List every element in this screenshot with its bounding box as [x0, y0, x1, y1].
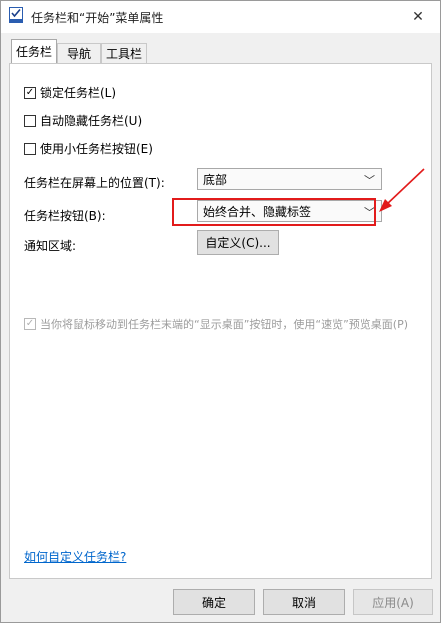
- customize-label: 自定义(C)...: [205, 236, 271, 250]
- tab-label: 任务栏: [15, 45, 52, 59]
- help-link[interactable]: 如何自定义任务栏?: [24, 548, 126, 565]
- taskbar-tab-panel: ✓ 锁定任务栏(L) 自动隐藏任务栏(U) 使用小任务栏按钮(E) 任务栏在屏幕…: [9, 63, 432, 579]
- close-button[interactable]: ✕: [396, 1, 440, 33]
- position-select[interactable]: 底部 ﹀: [197, 168, 382, 190]
- lock-taskbar-option[interactable]: ✓ 锁定任务栏(L): [24, 84, 116, 101]
- lock-taskbar-label: 锁定任务栏(L): [40, 86, 117, 100]
- tab-toolbars[interactable]: 工具栏: [101, 43, 147, 63]
- taskbar-properties-dialog: 任务栏和“开始”菜单属性 ✕ 任务栏 导航 工具栏 ✓ 锁定任务栏(L) 自动隐…: [0, 0, 441, 623]
- taskbar-properties-icon: [9, 7, 23, 23]
- peek-label: 当你将鼠标移动到任务栏末端的“显示桌面”按钮时，使用“速览”预览桌面(P): [40, 318, 409, 331]
- small-buttons-checkbox[interactable]: [24, 142, 36, 155]
- chevron-down-icon: ﹀: [364, 174, 375, 187]
- buttons-label-row: 任务栏按钮(B):: [24, 207, 106, 224]
- apply-label: 应用(A): [372, 595, 414, 610]
- cancel-label: 取消: [291, 595, 316, 610]
- small-buttons-option[interactable]: 使用小任务栏按钮(E): [24, 140, 153, 157]
- position-value: 底部: [203, 172, 228, 187]
- ok-button[interactable]: 确定: [173, 589, 255, 615]
- autohide-taskbar-label: 自动隐藏任务栏(U): [40, 114, 143, 128]
- autohide-taskbar-option[interactable]: 自动隐藏任务栏(U): [24, 112, 142, 129]
- apply-button[interactable]: 应用(A): [353, 589, 433, 615]
- autohide-taskbar-checkbox[interactable]: [24, 114, 36, 127]
- tab-label: 工具栏: [105, 47, 142, 61]
- tab-navigation[interactable]: 导航: [57, 43, 101, 63]
- window-title: 任务栏和“开始”菜单属性: [31, 11, 164, 25]
- title-bar: 任务栏和“开始”菜单属性 ✕: [1, 1, 440, 33]
- notification-area-label: 通知区域:: [24, 239, 77, 253]
- peek-option[interactable]: ✓ 当你将鼠标移动到任务栏末端的“显示桌面”按钮时，使用“速览”预览桌面(P): [24, 316, 408, 332]
- ok-label: 确定: [201, 595, 226, 610]
- position-label-row: 任务栏在屏幕上的位置(T):: [24, 174, 165, 191]
- lock-taskbar-checkbox[interactable]: ✓: [24, 86, 36, 99]
- tab-label: 导航: [66, 47, 91, 61]
- chevron-down-icon: ﹀: [364, 206, 375, 219]
- close-icon: ✕: [412, 9, 424, 25]
- tab-taskbar[interactable]: 任务栏: [11, 39, 57, 63]
- notify-label-row: 通知区域:: [24, 237, 76, 254]
- customize-button[interactable]: 自定义(C)...: [197, 230, 279, 255]
- taskbar-buttons-label: 任务栏按钮(B):: [24, 209, 106, 223]
- taskbar-buttons-select[interactable]: 始终合并、隐藏标签 ﹀: [197, 200, 382, 222]
- peek-checkbox[interactable]: ✓: [24, 318, 36, 330]
- small-buttons-label: 使用小任务栏按钮(E): [40, 142, 153, 156]
- position-label: 任务栏在屏幕上的位置(T):: [24, 176, 165, 190]
- taskbar-buttons-value: 始终合并、隐藏标签: [203, 204, 312, 219]
- cancel-button[interactable]: 取消: [263, 589, 345, 615]
